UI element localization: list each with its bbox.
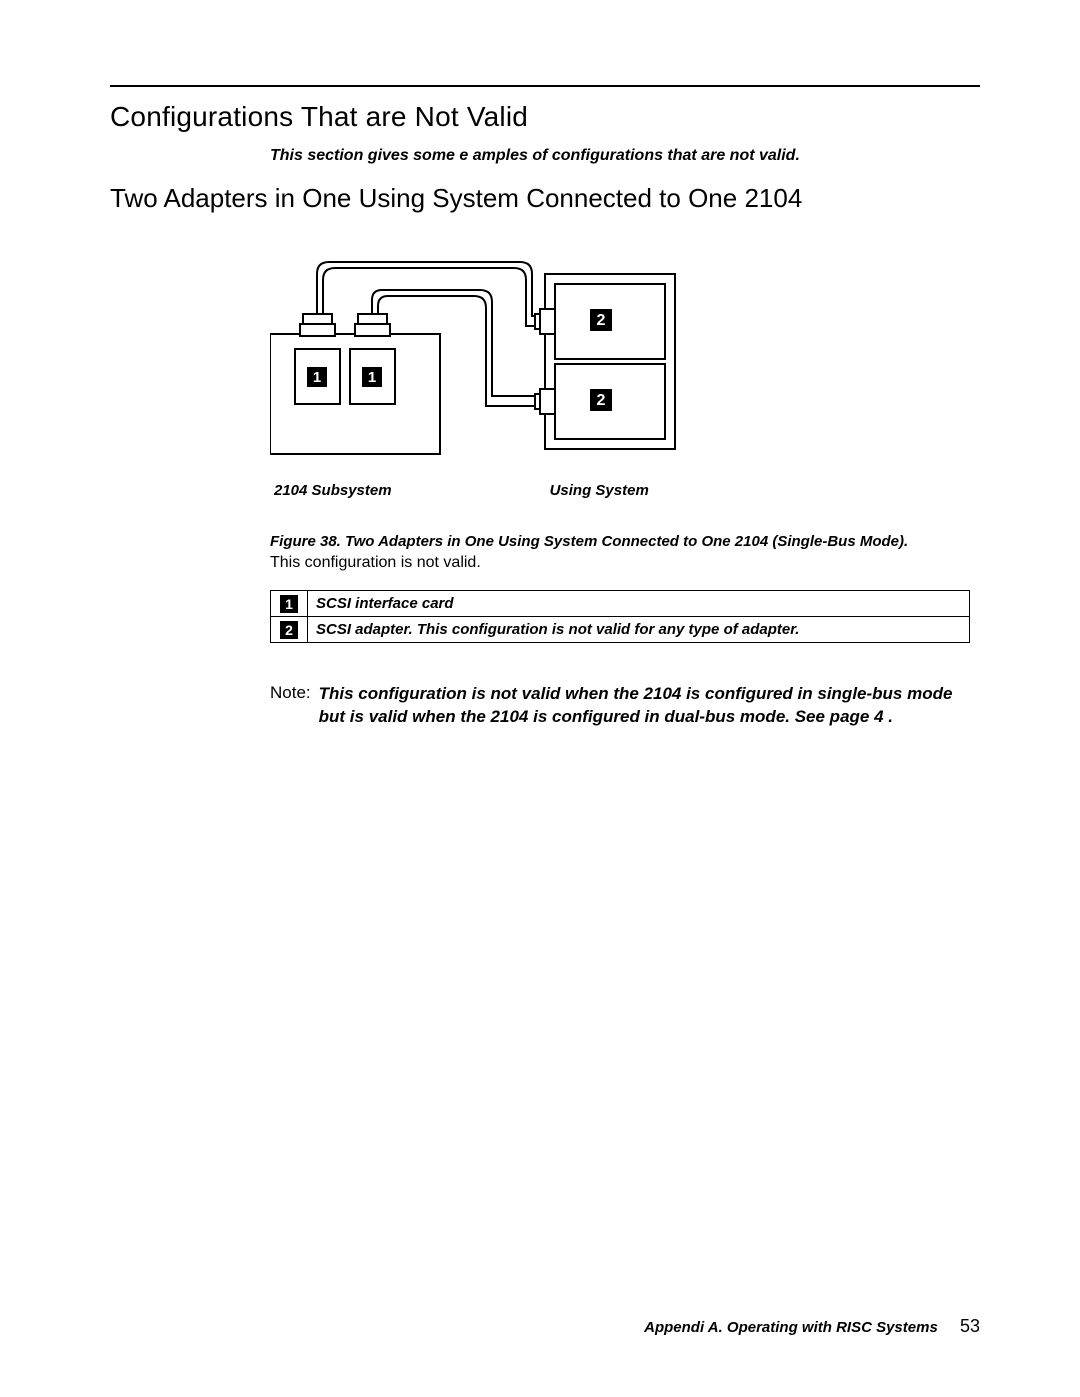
note-body: This configuration is not valid when the… — [319, 683, 970, 729]
callout-1a: 1 — [313, 369, 321, 386]
footer-appendix: Appendi A. Operating with RISC Systems — [644, 1319, 938, 1336]
diagram-label-right: Using System — [550, 482, 649, 499]
legend-num-2: 2 — [280, 621, 298, 639]
figure-caption-after: This configuration is not valid. — [270, 554, 970, 572]
table-row: 1 SCSI interface card — [271, 591, 970, 617]
connection-diagram: 1 1 2 2 — [270, 254, 750, 474]
callout-2b: 2 — [597, 392, 606, 409]
diagram-label-left: 2104 Subsystem — [274, 482, 392, 499]
legend-table: 1 SCSI interface card 2 SCSI adapter. Th… — [270, 590, 970, 643]
page-footer: Appendi A. Operating with RISC Systems 5… — [644, 1316, 980, 1337]
top-rule — [110, 85, 980, 87]
table-row: 2 SCSI adapter. This configuration is no… — [271, 617, 970, 643]
legend-num-cell: 2 — [271, 617, 308, 643]
figure-block: 1 1 2 2 — [270, 254, 970, 729]
legend-text-2: SCSI adapter. This configuration is not … — [308, 617, 970, 643]
diagram-labels: 2104 Subsystem Using System — [270, 482, 970, 499]
section-intro: This section gives some e amples of conf… — [270, 147, 980, 165]
note: Note: This configuration is not valid wh… — [270, 683, 970, 729]
heading-1: Configurations That are Not Valid — [110, 101, 980, 133]
legend-num-1: 1 — [280, 595, 298, 613]
callout-2a: 2 — [597, 312, 606, 329]
note-label: Note: — [270, 683, 311, 729]
heading-2: Two Adapters in One Using System Connect… — [110, 183, 980, 214]
legend-text-1: SCSI interface card — [308, 591, 970, 617]
figure-caption-lead: Figure 38. Two Adapters in One Using Sys… — [270, 533, 908, 550]
figure-caption: Figure 38. Two Adapters in One Using Sys… — [270, 533, 970, 550]
legend-num-cell: 1 — [271, 591, 308, 617]
callout-1b: 1 — [368, 369, 376, 386]
footer-page-number: 53 — [960, 1316, 980, 1336]
page: Configurations That are Not Valid This s… — [0, 0, 1080, 1397]
